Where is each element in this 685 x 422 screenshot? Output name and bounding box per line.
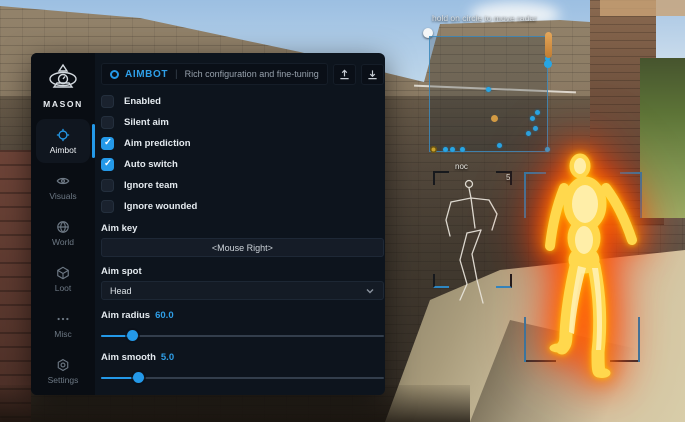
cheat-menu-panel: MASON Aimbot Visuals xyxy=(31,53,385,395)
logo-text: MASON xyxy=(43,99,83,109)
sidebar-item-visuals[interactable]: Visuals xyxy=(36,165,90,209)
radar-dot-blue xyxy=(443,147,448,152)
eye-icon xyxy=(56,174,70,188)
sidebar-item-world[interactable]: World xyxy=(36,211,90,255)
sunlit-wall-top xyxy=(600,0,685,16)
checkbox-label: Ignore wounded xyxy=(124,201,197,212)
checkbox-enabled[interactable] xyxy=(101,95,114,108)
checkbox-ignore-team[interactable] xyxy=(101,179,114,192)
checkbox-silent-aim[interactable] xyxy=(101,116,114,129)
esp-player-name: noc xyxy=(455,162,468,171)
aim-key-bind-button[interactable]: <Mouse Right> xyxy=(101,238,384,257)
radar-dot-gold xyxy=(430,146,437,153)
checkbox-label: Silent aim xyxy=(124,117,169,128)
sidebar: MASON Aimbot Visuals xyxy=(31,53,95,395)
tab-header: AIMBOT | Rich configuration and fine-tun… xyxy=(101,63,384,85)
checkbox-row-enabled: Enabled xyxy=(101,91,384,112)
download-icon xyxy=(367,69,378,80)
radar-dot-blue xyxy=(486,87,491,92)
slider-track[interactable] xyxy=(101,335,384,337)
aim-spot-select[interactable]: Head xyxy=(101,281,384,300)
aim-spot-value: Head xyxy=(110,286,132,296)
radar-dot-blue xyxy=(497,143,502,148)
sidebar-nav: Aimbot Visuals World xyxy=(31,119,95,393)
checkbox-label: Auto switch xyxy=(124,159,178,170)
checkbox-label: Enabled xyxy=(124,96,161,107)
radar-hint-text: hold on circle to move radar xyxy=(432,13,537,23)
sidebar-item-label: Aimbot xyxy=(50,145,76,155)
spinner-ring-icon xyxy=(110,70,119,79)
checkbox-row-ignore-wounded: Ignore wounded xyxy=(101,196,384,217)
aim-spot-label: Aim spot xyxy=(101,266,384,277)
upload-icon xyxy=(339,69,350,80)
aim-key-label: Aim key xyxy=(101,223,384,234)
radar-dot-blue xyxy=(544,60,552,68)
sidebar-item-loot[interactable]: Loot xyxy=(36,257,90,301)
globe-icon xyxy=(56,220,70,234)
skeleton-esp xyxy=(437,176,509,306)
sidebar-item-label: Settings xyxy=(48,375,79,385)
cube-icon xyxy=(56,266,70,280)
checkbox-auto-switch[interactable] xyxy=(101,158,114,171)
checkbox-row-silent-aim: Silent aim xyxy=(101,112,384,133)
sidebar-item-misc[interactable]: Misc xyxy=(36,303,90,347)
sidebar-item-settings[interactable]: Settings xyxy=(36,349,90,393)
chevron-down-icon xyxy=(365,286,375,296)
slider-value: 5.0 xyxy=(161,352,174,363)
aim-smooth-slider[interactable] xyxy=(101,372,384,383)
checkbox-row-ignore-team: Ignore team xyxy=(101,175,384,196)
tab-header-box: AIMBOT | Rich configuration and fine-tun… xyxy=(101,63,328,85)
aim-smooth-label-row: Aim smooth 5.0 xyxy=(101,352,384,363)
checkbox-label: Aim prediction xyxy=(124,138,191,149)
sidebar-item-label: Misc xyxy=(54,329,71,339)
game-screen: hold on circle to move radar noc 5 xyxy=(0,0,685,422)
slider-label: Aim smooth xyxy=(101,352,156,363)
checkbox-ignore-wounded[interactable] xyxy=(101,200,114,213)
checkbox-aim-prediction[interactable] xyxy=(101,137,114,150)
tab-title: AIMBOT xyxy=(125,69,168,80)
radar-dot-blue xyxy=(535,110,540,115)
export-config-button[interactable] xyxy=(361,64,384,85)
title-separator: | xyxy=(175,69,178,80)
radar-dot-blue xyxy=(526,131,531,136)
radar-dot-blue xyxy=(460,147,465,152)
left-brick-wall xyxy=(0,150,31,422)
sidebar-item-aimbot[interactable]: Aimbot xyxy=(36,119,90,163)
checkbox-row-aim-prediction: Aim prediction xyxy=(101,133,384,154)
crosshair-icon xyxy=(56,128,70,142)
radar-dot-blue xyxy=(530,116,535,121)
slider-label: Aim radius xyxy=(101,310,150,321)
gear-icon xyxy=(56,358,70,372)
mason-logo-icon xyxy=(44,63,82,95)
radar-dot-orange xyxy=(491,115,498,122)
checkbox-row-auto-switch: Auto switch xyxy=(101,154,384,175)
tab-content-aimbot: AIMBOT | Rich configuration and fine-tun… xyxy=(95,53,394,395)
radar-dot-blue xyxy=(450,147,455,152)
slider-value: 60.0 xyxy=(155,310,174,321)
ellipsis-icon xyxy=(56,312,70,326)
slider-thumb[interactable] xyxy=(133,372,144,383)
sidebar-item-label: World xyxy=(52,237,74,247)
tab-subtitle: Rich configuration and fine-tuning xyxy=(185,69,319,79)
aim-radius-slider[interactable] xyxy=(101,330,384,341)
checkbox-list: Enabled Silent aim Aim prediction Auto s… xyxy=(101,91,384,217)
sidebar-item-label: Visuals xyxy=(49,191,76,201)
checkbox-label: Ignore team xyxy=(124,180,178,191)
glowing-player xyxy=(540,142,655,380)
sidebar-item-label: Loot xyxy=(55,283,72,293)
radar-dot-blue xyxy=(533,126,538,131)
aim-radius-label-row: Aim radius 60.0 xyxy=(101,310,384,321)
import-config-button[interactable] xyxy=(333,64,356,85)
slider-thumb[interactable] xyxy=(127,330,138,341)
enemy-health-bar xyxy=(545,32,552,58)
